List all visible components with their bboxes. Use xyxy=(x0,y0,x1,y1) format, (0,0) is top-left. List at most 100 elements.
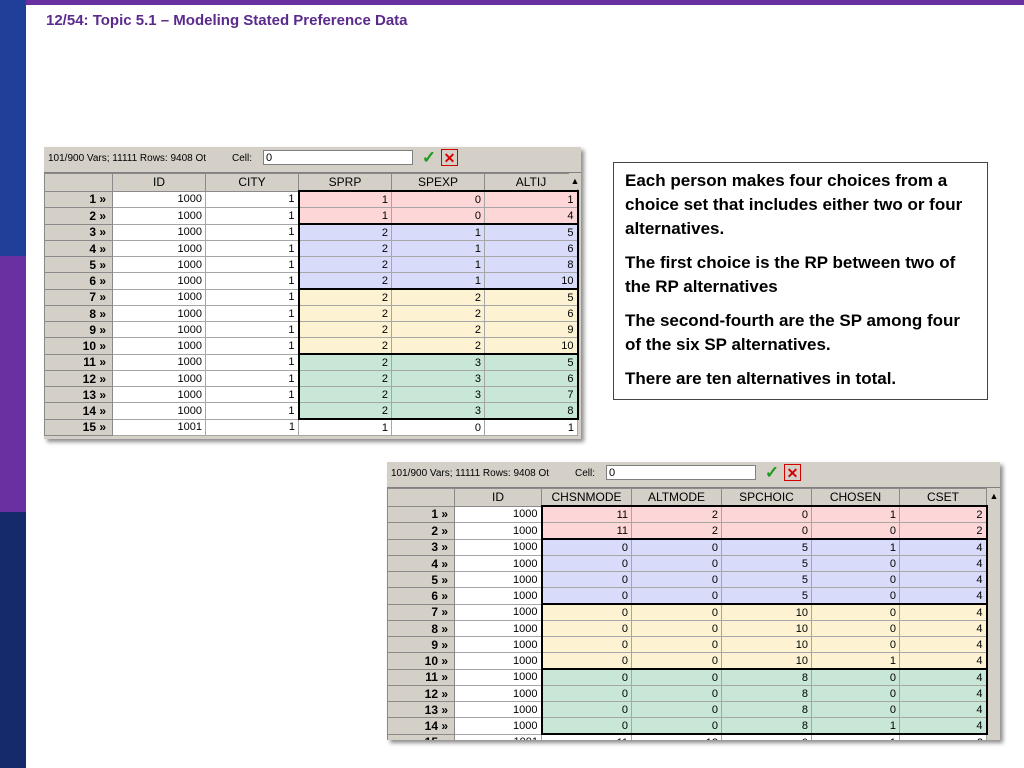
check-icon[interactable]: ✓ xyxy=(420,149,438,167)
table-cell[interactable]: 0 xyxy=(811,685,900,702)
table-cell[interactable]: 10 xyxy=(484,272,579,290)
table-cell[interactable]: 11 xyxy=(540,505,632,523)
table-cell[interactable]: 2 xyxy=(297,370,392,387)
column-header[interactable]: CHOSEN xyxy=(811,488,900,507)
table-cell[interactable]: 2 xyxy=(631,505,722,523)
table-cell[interactable]: 0 xyxy=(631,603,722,621)
table-cell[interactable]: 2 xyxy=(391,288,485,306)
check-icon[interactable]: ✓ xyxy=(763,464,781,482)
table-cell[interactable]: 2 xyxy=(297,272,392,290)
table-row[interactable]: 6 » 1000 1 2 1 10 xyxy=(44,272,579,290)
table-cell[interactable]: 1 xyxy=(205,256,299,273)
table-cell[interactable]: 2 xyxy=(297,353,392,371)
table-cell[interactable]: 1000 xyxy=(454,522,542,540)
table-cell[interactable]: 0 xyxy=(631,652,722,670)
table-row[interactable]: 11 » 1000 1 2 3 5 xyxy=(44,353,579,371)
table-cell[interactable]: 4 xyxy=(484,207,579,225)
table-cell[interactable]: 2 xyxy=(391,305,485,322)
table-cell[interactable]: 0 xyxy=(631,538,722,556)
table-cell[interactable]: 8 xyxy=(484,402,579,420)
table-cell[interactable]: 0 xyxy=(631,701,722,718)
row-header[interactable]: 8 » xyxy=(387,620,455,637)
table-cell[interactable]: 0 xyxy=(540,652,632,670)
table-cell[interactable]: 8 xyxy=(721,717,812,735)
table-cell[interactable]: 2 xyxy=(297,402,392,420)
close-icon[interactable]: ✕ xyxy=(441,149,458,166)
table-cell[interactable]: 1 xyxy=(205,288,299,306)
table-cell[interactable]: 0 xyxy=(631,587,722,605)
row-header[interactable]: 6 » xyxy=(44,272,113,290)
table-cell[interactable]: 2 xyxy=(899,733,987,740)
table-cell[interactable]: 1000 xyxy=(454,538,542,556)
row-header[interactable]: 3 » xyxy=(44,223,113,241)
table-cell[interactable]: 5 xyxy=(721,571,812,588)
table-cell[interactable]: 0 xyxy=(631,571,722,588)
row-header[interactable]: 2 » xyxy=(387,522,455,540)
table-row[interactable]: 10 » 1000 1 2 2 10 xyxy=(44,337,579,355)
table-cell[interactable]: 4 xyxy=(899,555,988,572)
table-cell[interactable]: 2 xyxy=(391,321,485,338)
cell-value-input[interactable] xyxy=(606,465,756,480)
table-cell[interactable]: 2 xyxy=(297,386,392,403)
table-cell[interactable]: 1000 xyxy=(112,305,206,322)
table-cell[interactable]: 1 xyxy=(205,418,299,436)
table-cell[interactable]: 1000 xyxy=(112,256,206,273)
table-cell[interactable]: 1000 xyxy=(112,402,206,420)
table-cell[interactable]: 10 xyxy=(721,603,812,621)
table-cell[interactable]: 0 xyxy=(540,555,632,572)
table-row[interactable]: 14 » 1000 0 0 8 1 4 xyxy=(387,717,988,735)
table-cell[interactable]: 1 xyxy=(205,190,299,208)
table-cell[interactable]: 0 xyxy=(631,620,722,637)
table-cell[interactable]: 0 xyxy=(811,587,900,605)
table-cell[interactable]: 0 xyxy=(631,555,722,572)
table-cell[interactable]: 5 xyxy=(721,538,812,556)
table-cell[interactable]: 1000 xyxy=(112,386,206,403)
table-cell[interactable]: 1 xyxy=(391,223,485,241)
table-row[interactable]: 7 » 1000 0 0 10 0 4 xyxy=(387,603,988,621)
table-cell[interactable]: 1 xyxy=(298,418,392,436)
table-cell[interactable]: 1000 xyxy=(112,240,206,257)
table-row[interactable]: 13 » 1000 1 2 3 7 xyxy=(44,386,579,403)
row-header[interactable]: 4 » xyxy=(44,240,113,257)
table-cell[interactable]: 1 xyxy=(297,190,392,208)
table-cell[interactable]: 1 xyxy=(205,272,299,290)
table-cell[interactable]: 0 xyxy=(811,668,900,686)
table-cell[interactable]: 1 xyxy=(811,505,900,523)
table-cell[interactable]: 6 xyxy=(484,370,579,387)
table-cell[interactable]: 4 xyxy=(899,652,988,670)
column-header[interactable]: SPEXP xyxy=(391,173,485,192)
table-cell[interactable]: 1000 xyxy=(454,701,542,718)
table-row[interactable]: 9 » 1000 0 0 10 0 4 xyxy=(387,636,988,653)
row-header[interactable]: 11 » xyxy=(387,668,455,686)
table-cell[interactable]: 2 xyxy=(297,288,392,306)
table-cell[interactable]: 0 xyxy=(540,587,632,605)
table-cell[interactable]: 8 xyxy=(721,701,812,718)
table-cell[interactable]: 1 xyxy=(297,207,392,225)
table-cell[interactable]: 0 xyxy=(631,668,722,686)
table-row[interactable]: 5 » 1000 0 0 5 0 4 xyxy=(387,571,988,588)
table-cell[interactable]: 2 xyxy=(391,337,485,355)
row-header[interactable]: 12 » xyxy=(387,685,455,702)
table-cell[interactable]: 4 xyxy=(899,668,988,686)
row-header[interactable]: 10 » xyxy=(44,337,113,355)
table-cell[interactable]: 2 xyxy=(297,240,392,257)
table-cell[interactable]: 4 xyxy=(899,571,988,588)
column-header[interactable]: SPCHOIC xyxy=(721,488,812,507)
table-cell[interactable]: 0 xyxy=(540,603,632,621)
table-cell[interactable]: 1000 xyxy=(454,603,542,621)
table-cell[interactable]: 4 xyxy=(899,701,988,718)
table-cell[interactable]: 1000 xyxy=(112,337,206,355)
table-cell[interactable]: 4 xyxy=(899,603,988,621)
scroll-up-arrow[interactable]: ▲ xyxy=(569,173,581,189)
table-cell[interactable]: 5 xyxy=(484,353,579,371)
table-row[interactable]: 10 » 1000 0 0 10 1 4 xyxy=(387,652,988,670)
table-row[interactable]: 9 » 1000 1 2 2 9 xyxy=(44,321,579,338)
table-cell[interactable]: 4 xyxy=(899,587,988,605)
row-header[interactable]: 14 » xyxy=(387,717,455,735)
table-cell[interactable]: 1 xyxy=(391,240,485,257)
row-header[interactable]: 1 » xyxy=(387,505,455,523)
table-cell[interactable]: 2 xyxy=(631,522,722,540)
table-row[interactable]: 4 » 1000 0 0 5 0 4 xyxy=(387,555,988,572)
table-cell[interactable]: 1 xyxy=(205,402,299,420)
row-header[interactable]: 8 » xyxy=(44,305,113,322)
